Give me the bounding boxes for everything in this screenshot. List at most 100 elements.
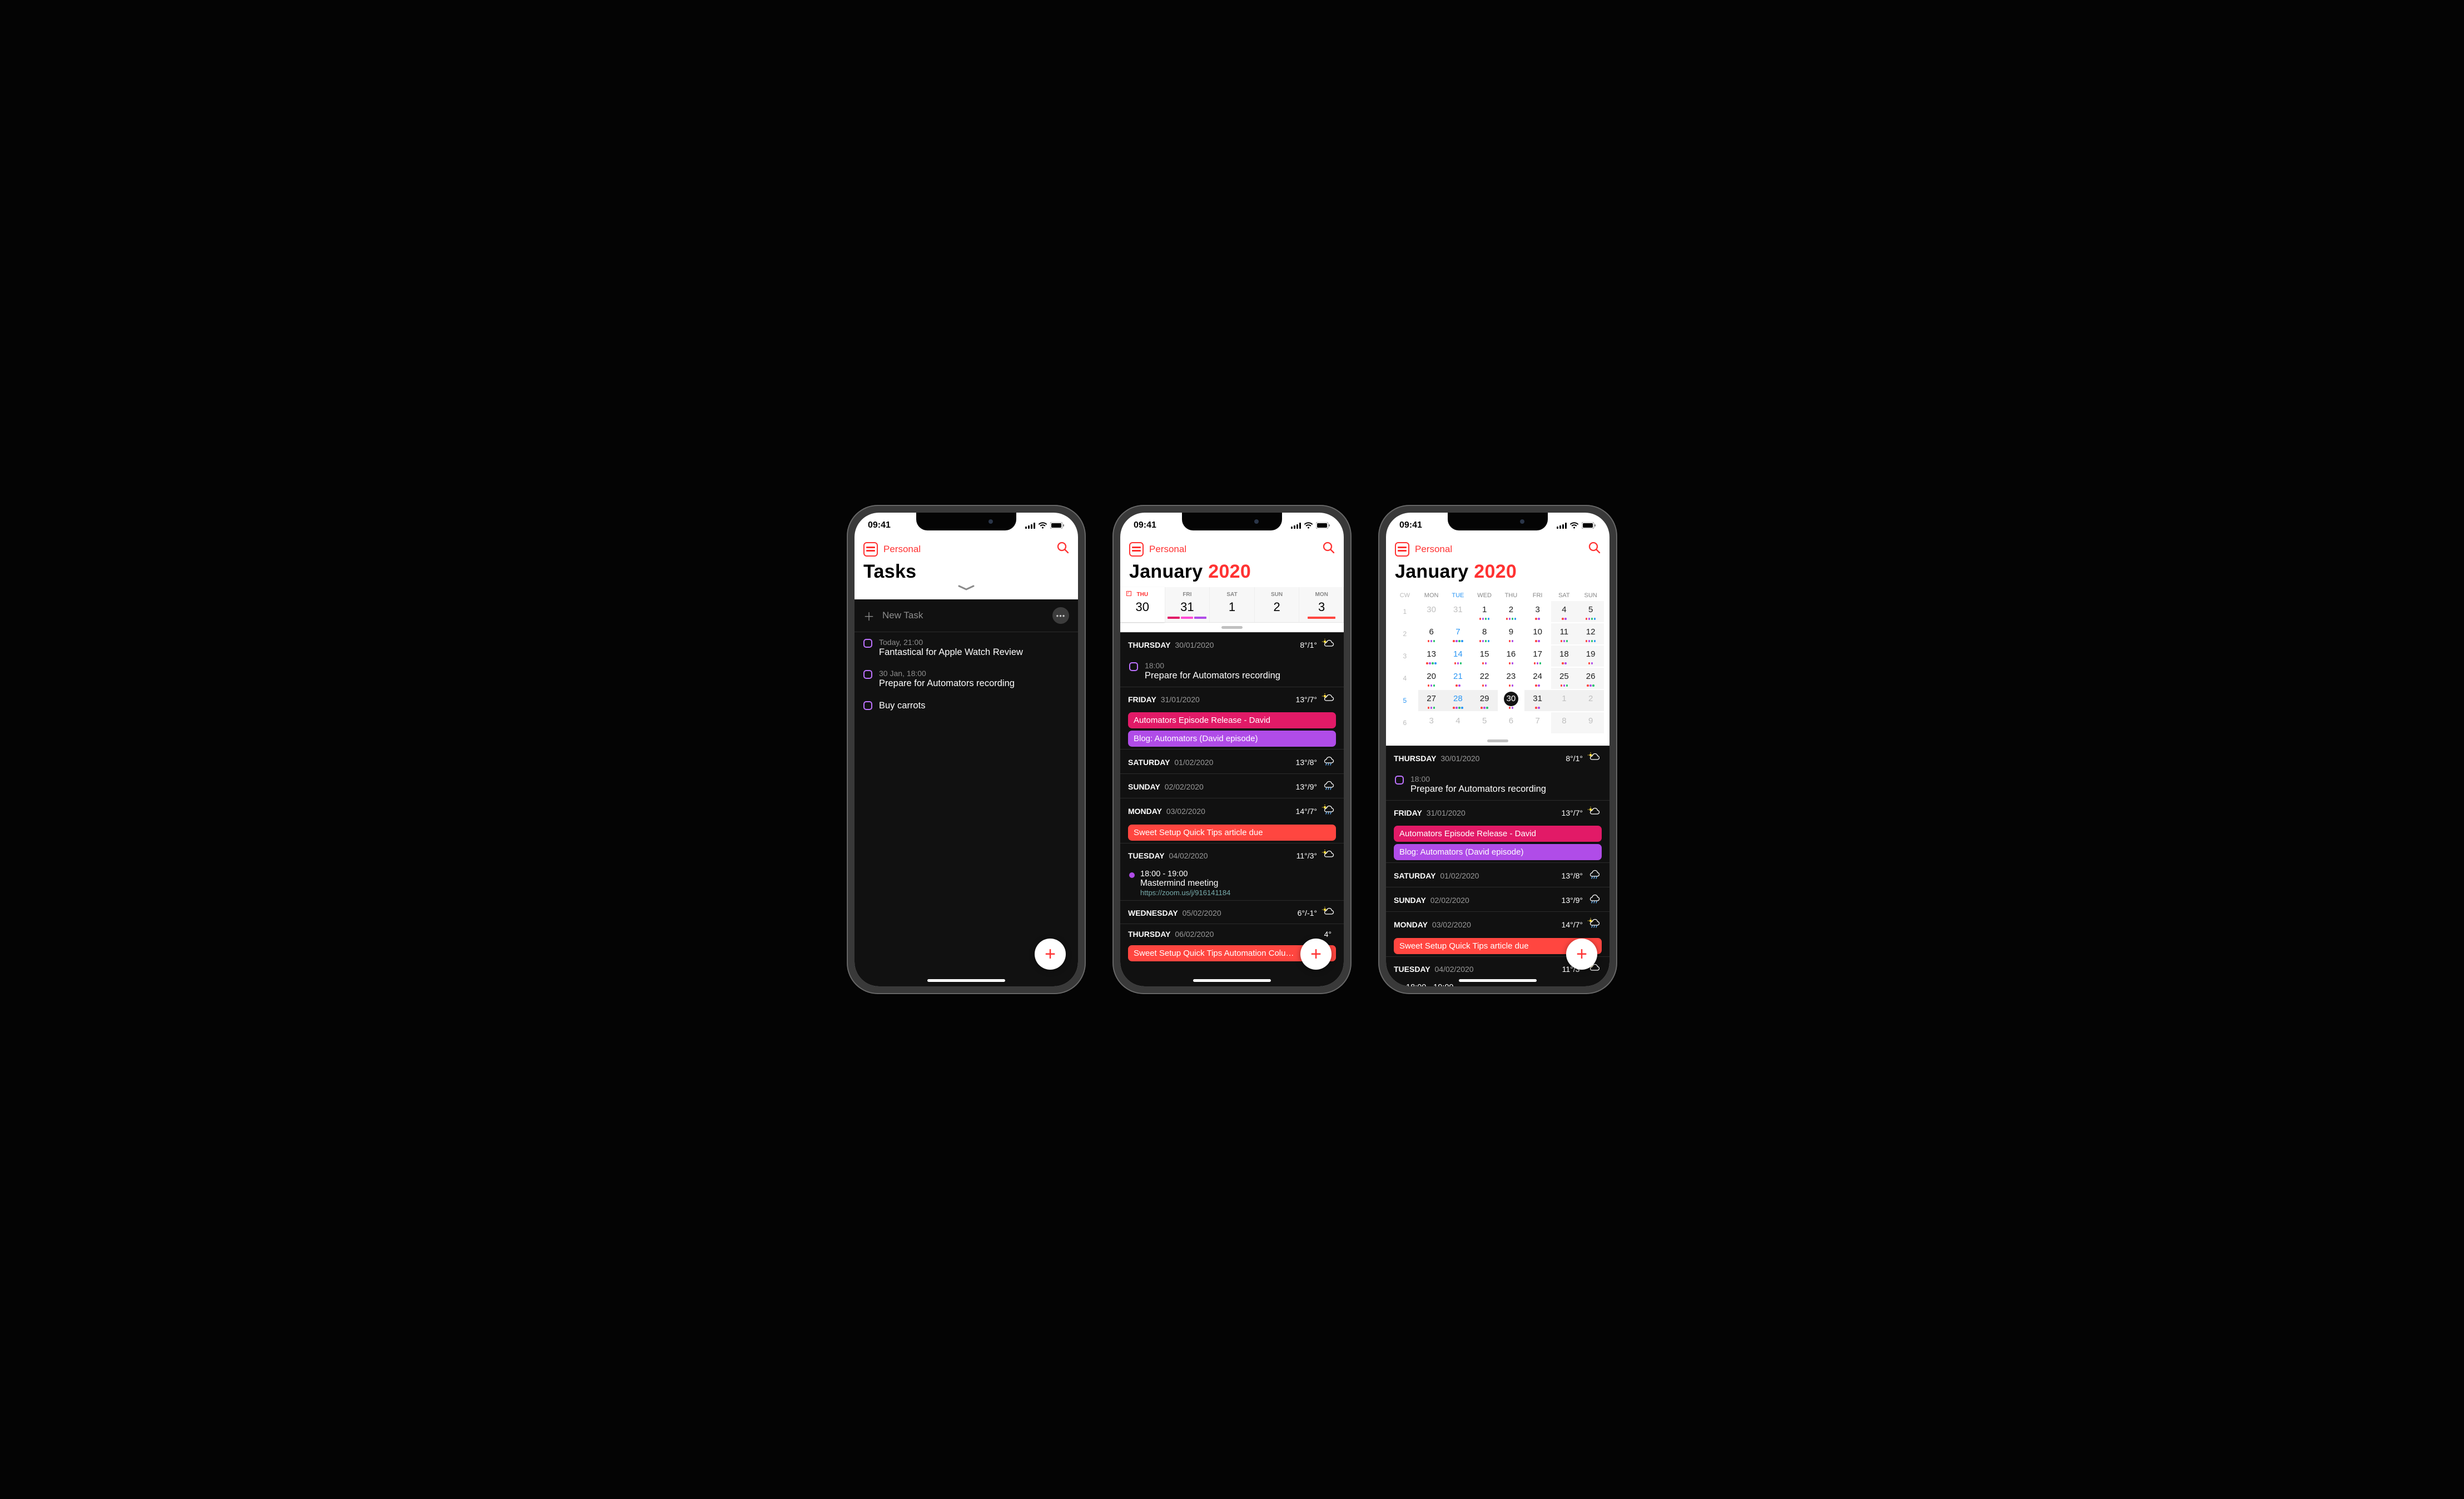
month-cell[interactable]: 30 <box>1498 690 1524 711</box>
home-indicator[interactable] <box>1193 979 1271 982</box>
home-indicator[interactable] <box>927 979 1005 982</box>
search-button[interactable] <box>1323 542 1335 557</box>
new-task-row[interactable]: ＋ New Task ••• <box>855 599 1078 632</box>
month-cell[interactable]: 3 <box>1524 601 1551 622</box>
header: Personal Tasks <box>855 538 1078 599</box>
month-cell[interactable]: 1 <box>1551 690 1578 711</box>
task-checkbox[interactable] <box>1395 776 1404 785</box>
task-item[interactable]: 30 Jan, 18:00 Prepare for Automators rec… <box>855 663 1078 694</box>
event-pill[interactable]: Sweet Setup Quick Tips article due <box>1128 825 1336 841</box>
calendar-set-button[interactable]: Personal <box>863 542 921 557</box>
pull-handle[interactable] <box>863 583 1069 595</box>
month-grid[interactable]: CWMONTUEWEDTHUFRISATSUN13031123452678910… <box>1386 587 1609 736</box>
week-day[interactable]: SUN 2 <box>1254 587 1299 622</box>
event-pill[interactable]: Blog: Automators (David episode) <box>1394 844 1602 860</box>
month-title[interactable]: January 2020 <box>1129 561 1335 583</box>
week-dow: MON <box>1299 592 1344 598</box>
month-cell[interactable]: 7 <box>1524 712 1551 733</box>
day-header: THURSDAY 30/01/2020 8°/1° <box>1120 632 1344 656</box>
tasks-list[interactable]: ＋ New Task ••• Today, 21:00 Fantastical … <box>855 599 1078 986</box>
month-cell[interactable]: 29 <box>1471 690 1498 711</box>
month-cell[interactable]: 30 <box>1418 601 1445 622</box>
month-cell[interactable]: 8 <box>1471 623 1498 644</box>
month-cell[interactable]: 2 <box>1498 601 1524 622</box>
month-cell[interactable]: 3 <box>1418 712 1445 733</box>
search-button[interactable] <box>1057 542 1069 557</box>
month-cell[interactable]: 9 <box>1498 623 1524 644</box>
month-cell[interactable]: 5 <box>1577 601 1604 622</box>
month-cell[interactable]: 2 <box>1577 690 1604 711</box>
month-cell[interactable]: 6 <box>1498 712 1524 733</box>
calendar-set-button[interactable]: Personal <box>1395 542 1452 557</box>
month-cell[interactable]: 15 <box>1471 646 1498 667</box>
day-header: TUESDAY 04/02/2020 11°/3° <box>1120 843 1344 866</box>
temperature: 4° <box>1324 930 1332 939</box>
task-item[interactable]: 18:00Prepare for Automators recording <box>1386 769 1609 800</box>
week-day[interactable]: MON 3 <box>1299 587 1344 622</box>
month-cell[interactable]: 25 <box>1551 668 1578 689</box>
add-button[interactable]: + <box>1300 939 1332 970</box>
event-pill[interactable]: Blog: Automators (David episode) <box>1128 731 1336 747</box>
search-button[interactable] <box>1588 542 1601 557</box>
month-cell[interactable]: 31 <box>1445 601 1472 622</box>
month-cell[interactable]: 27 <box>1418 690 1445 711</box>
event-item[interactable]: 18:00 - 19:00Mastermind meetinghttps://z… <box>1120 866 1344 900</box>
task-title: Buy carrots <box>879 701 1069 711</box>
drag-handle[interactable] <box>1386 736 1609 746</box>
month-cell[interactable]: 14 <box>1445 646 1472 667</box>
month-title[interactable]: January 2020 <box>1395 561 1601 583</box>
add-button[interactable]: + <box>1566 939 1597 970</box>
week-dow: SAT <box>1210 592 1254 598</box>
month-cell[interactable]: 28 <box>1445 690 1472 711</box>
task-checkbox[interactable] <box>863 670 872 679</box>
month-cell[interactable]: 6 <box>1418 623 1445 644</box>
task-item[interactable]: Buy carrots <box>855 694 1078 717</box>
week-day[interactable]: FRI 31 <box>1165 587 1210 622</box>
month-cell[interactable]: 10 <box>1524 623 1551 644</box>
weather-icon <box>1322 804 1336 818</box>
month-cell[interactable]: 9 <box>1577 712 1604 733</box>
task-title: Prepare for Automators recording <box>879 678 1069 689</box>
month-cell[interactable]: 4 <box>1445 712 1472 733</box>
month-cell[interactable]: 8 <box>1551 712 1578 733</box>
drag-handle[interactable] <box>1120 623 1344 632</box>
agenda-list[interactable]: THURSDAY 30/01/2020 8°/1°18:00Prepare fo… <box>1120 632 1344 986</box>
month-cell[interactable]: 16 <box>1498 646 1524 667</box>
month-cell[interactable]: 23 <box>1498 668 1524 689</box>
month-cell[interactable]: 20 <box>1418 668 1445 689</box>
weather-icon <box>1322 849 1336 862</box>
month-cell[interactable]: 13 <box>1418 646 1445 667</box>
month-cell[interactable]: 11 <box>1551 623 1578 644</box>
event-pill[interactable]: Automators Episode Release - David <box>1128 712 1336 728</box>
task-checkbox[interactable] <box>1129 662 1138 671</box>
week-day[interactable]: SAT 1 <box>1209 587 1254 622</box>
month-cell[interactable]: 5 <box>1471 712 1498 733</box>
task-time: 30 Jan, 18:00 <box>879 669 1069 678</box>
month-cell[interactable]: 12 <box>1577 623 1604 644</box>
task-item[interactable]: 18:00Prepare for Automators recording <box>1120 656 1344 687</box>
task-checkbox[interactable] <box>863 639 872 648</box>
task-checkbox[interactable] <box>863 701 872 710</box>
month-cell[interactable]: 31 <box>1524 690 1551 711</box>
week-day[interactable]: THU 30 <box>1120 587 1165 622</box>
event-pill[interactable]: Automators Episode Release - David <box>1394 826 1602 842</box>
month-cell[interactable]: 22 <box>1471 668 1498 689</box>
month-cell[interactable]: 7 <box>1445 623 1472 644</box>
week-strip[interactable]: THU 30FRI 31SAT 1SUN 2MON 3 <box>1120 587 1344 623</box>
calendar-set-button[interactable]: Personal <box>1129 542 1186 557</box>
header: Personal January 2020 <box>1386 538 1609 587</box>
month-cell[interactable]: 18 <box>1551 646 1578 667</box>
home-indicator[interactable] <box>1459 979 1537 982</box>
add-button[interactable]: + <box>1035 939 1066 970</box>
month-cell[interactable]: 21 <box>1445 668 1472 689</box>
month-cell[interactable]: 26 <box>1577 668 1604 689</box>
month-cell[interactable]: 4 <box>1551 601 1578 622</box>
task-item[interactable]: Today, 21:00 Fantastical for Apple Watch… <box>855 632 1078 663</box>
month-cell[interactable]: 19 <box>1577 646 1604 667</box>
month-cell[interactable]: 1 <box>1471 601 1498 622</box>
weather-icon <box>1587 806 1602 819</box>
month-cell[interactable]: 24 <box>1524 668 1551 689</box>
month-cell[interactable]: 17 <box>1524 646 1551 667</box>
more-button[interactable]: ••• <box>1052 607 1069 624</box>
temperature: 13°/7° <box>1296 695 1317 704</box>
